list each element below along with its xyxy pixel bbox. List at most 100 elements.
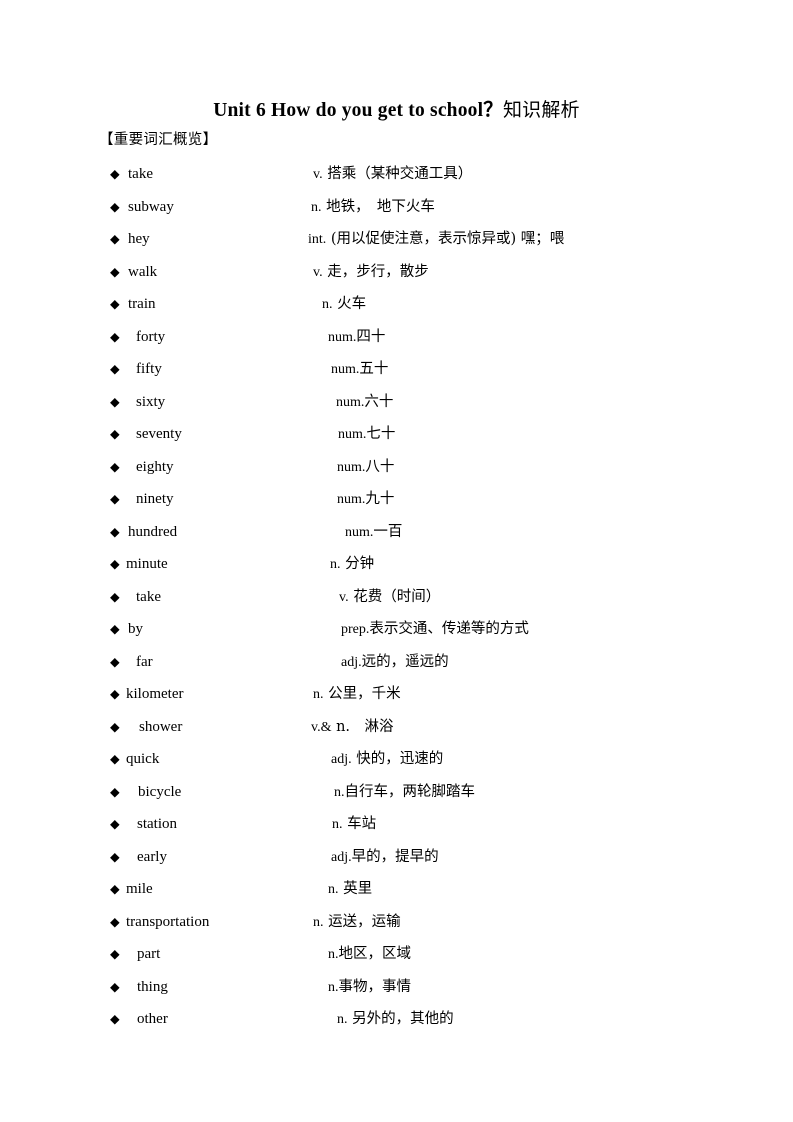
vocabulary-row: ◆ early adj.早的，提早的 bbox=[0, 841, 793, 874]
diamond-bullet-icon: ◆ bbox=[110, 718, 120, 734]
definition-meaning: 英里 bbox=[338, 881, 373, 897]
definition-meaning: 分钟 bbox=[340, 556, 375, 572]
vocabulary-definition: n. 运送，运输 bbox=[313, 906, 401, 940]
definition-meaning: 车站 bbox=[342, 816, 377, 832]
diamond-bullet-icon: ◆ bbox=[110, 491, 120, 506]
part-of-speech: n. bbox=[313, 914, 324, 930]
diamond-bullet-icon: ◆ bbox=[110, 198, 120, 214]
vocabulary-row: ◆ take v. 花费（时间） bbox=[0, 581, 793, 614]
part-of-speech: num. bbox=[331, 362, 360, 377]
vocabulary-row: ◆ hey int. (用以促使注意，表示惊异或) 嘿；喂 bbox=[0, 223, 793, 256]
page-title: Unit 6 How do you get to school？知识解析 bbox=[0, 93, 793, 122]
vocabulary-definition: n.自行车，两轮脚踏车 bbox=[334, 776, 475, 810]
vocabulary-definition: adj.远的，遥远的 bbox=[341, 646, 449, 680]
part-of-speech: num. bbox=[337, 459, 366, 475]
vocabulary-definition: n. 火车 bbox=[322, 288, 366, 322]
vocabulary-definition: n. 公里，千米 bbox=[313, 678, 401, 712]
definition-meaning: 自行车，两轮脚踏车 bbox=[344, 783, 476, 800]
vocabulary-definition: num.六十 bbox=[336, 386, 393, 420]
vocabulary-row: ◆ forty num.四十 bbox=[0, 321, 793, 354]
part-of-speech: n. bbox=[322, 297, 333, 312]
vocabulary-row: ◆ seventy num.七十 bbox=[0, 418, 793, 451]
part-of-speech: n. bbox=[330, 557, 341, 572]
vocabulary-term: shower bbox=[139, 718, 183, 735]
diamond-bullet-icon: ◆ bbox=[110, 328, 120, 344]
definition-meaning: 地铁， 地下火车 bbox=[321, 198, 435, 215]
vocabulary-definition: num.一百 bbox=[345, 516, 402, 550]
diamond-bullet-icon: ◆ bbox=[110, 393, 120, 409]
part-of-speech: n. bbox=[334, 784, 345, 800]
diamond-bullet-icon: ◆ bbox=[110, 361, 120, 376]
definition-meaning: 另外的，其他的 bbox=[347, 1011, 454, 1027]
vocabulary-term: forty bbox=[136, 328, 166, 345]
part-of-speech: n. bbox=[313, 687, 324, 702]
definition-meaning: 走，步行，散步 bbox=[322, 263, 429, 280]
diamond-bullet-icon: ◆ bbox=[110, 751, 120, 766]
vocabulary-definition: n. 地铁， 地下火车 bbox=[311, 191, 435, 225]
part-of-speech: n. bbox=[337, 1012, 348, 1027]
definition-meaning: 表示交通、传递等的方式 bbox=[369, 621, 529, 637]
vocabulary-row: ◆ transportation n. 运送，运输 bbox=[0, 906, 793, 939]
vocabulary-row: ◆ train n. 火车 bbox=[0, 288, 793, 321]
vocabulary-row: ◆ kilometer n. 公里，千米 bbox=[0, 678, 793, 711]
vocabulary-row: ◆ fifty num.五十 bbox=[0, 353, 793, 386]
vocabulary-definition: v.& n. 淋浴 bbox=[311, 711, 394, 745]
vocabulary-row: ◆ subway n. 地铁， 地下火车 bbox=[0, 191, 793, 224]
diamond-bullet-icon: ◆ bbox=[110, 231, 120, 246]
part-of-speech: adj. bbox=[331, 752, 352, 767]
vocabulary-row: ◆ station n. 车站 bbox=[0, 808, 793, 841]
vocabulary-row: ◆ ninety num.九十 bbox=[0, 483, 793, 516]
definition-meaning: 运送，运输 bbox=[323, 913, 401, 930]
vocabulary-term: far bbox=[136, 653, 153, 670]
vocabulary-term: station bbox=[137, 816, 177, 832]
section-header: 【重要词汇概览】 bbox=[99, 132, 218, 148]
vocabulary-definition: n.事物，事情 bbox=[328, 971, 411, 1005]
definition-meaning: 事物，事情 bbox=[338, 978, 412, 995]
vocabulary-definition: n. 另外的，其他的 bbox=[337, 1003, 454, 1037]
part-of-speech: num. bbox=[337, 492, 366, 507]
diamond-bullet-icon: ◆ bbox=[110, 523, 120, 539]
part-of-speech: v. bbox=[313, 167, 323, 182]
vocabulary-term: seventy bbox=[136, 426, 182, 442]
vocabulary-definition: v. 搭乘（某种交通工具） bbox=[313, 158, 472, 192]
vocabulary-row: ◆ part n.地区，区域 bbox=[0, 938, 793, 971]
vocabulary-definition: prep.表示交通、传递等的方式 bbox=[341, 613, 529, 647]
definition-meaning: 五十 bbox=[359, 361, 389, 377]
vocabulary-list: ◆ take v. 搭乘（某种交通工具） ◆ subway n. 地铁， 地下火车 ◆ hey… bbox=[0, 158, 793, 1036]
diamond-bullet-icon: ◆ bbox=[110, 653, 120, 669]
part-of-speech: v. bbox=[339, 589, 349, 605]
part-of-speech: adj. bbox=[331, 849, 352, 865]
definition-meaning: 早的，提早的 bbox=[351, 848, 439, 865]
vocabulary-term: other bbox=[137, 1011, 168, 1027]
definition-meaning: 六十 bbox=[364, 393, 394, 410]
vocabulary-term: bicycle bbox=[138, 783, 182, 800]
part-of-speech: prep. bbox=[341, 622, 370, 637]
definition-meaning: (用以促使注意，表示惊异或) 嘿；喂 bbox=[326, 231, 565, 247]
definition-meaning: 一百 bbox=[373, 523, 403, 540]
vocabulary-row: ◆ minute n. 分钟 bbox=[0, 548, 793, 581]
vocabulary-term: subway bbox=[128, 198, 174, 215]
diamond-bullet-icon: ◆ bbox=[110, 556, 120, 571]
vocabulary-definition: num.四十 bbox=[328, 321, 385, 355]
vocabulary-row: ◆ bicycle n.自行车，两轮脚踏车 bbox=[0, 776, 793, 809]
part-of-speech: v.& bbox=[311, 719, 332, 735]
vocabulary-term: fifty bbox=[136, 361, 162, 377]
vocabulary-term: thing bbox=[137, 978, 168, 995]
vocabulary-definition: num.九十 bbox=[337, 483, 394, 517]
vocabulary-term: take bbox=[136, 588, 161, 605]
vocabulary-row: ◆ eighty num.八十 bbox=[0, 451, 793, 484]
definition-meaning: n. 淋浴 bbox=[331, 718, 394, 735]
diamond-bullet-icon: ◆ bbox=[110, 458, 120, 474]
diamond-bullet-icon: ◆ bbox=[110, 913, 120, 929]
page-title-english: Unit 6 How do you get to school？ bbox=[213, 100, 503, 122]
vocabulary-term: ninety bbox=[136, 491, 174, 507]
vocabulary-definition: n. 分钟 bbox=[330, 548, 374, 582]
definition-meaning: 公里，千米 bbox=[323, 686, 401, 702]
definition-meaning: 四十 bbox=[356, 328, 386, 345]
vocabulary-row: ◆ sixty num.六十 bbox=[0, 386, 793, 419]
diamond-bullet-icon: ◆ bbox=[110, 686, 120, 701]
definition-meaning: 快的，迅速的 bbox=[351, 751, 444, 767]
vocabulary-definition: int. (用以促使注意，表示惊异或) 嘿；喂 bbox=[308, 223, 564, 257]
vocabulary-term: part bbox=[137, 946, 161, 962]
vocabulary-term: train bbox=[128, 296, 156, 312]
